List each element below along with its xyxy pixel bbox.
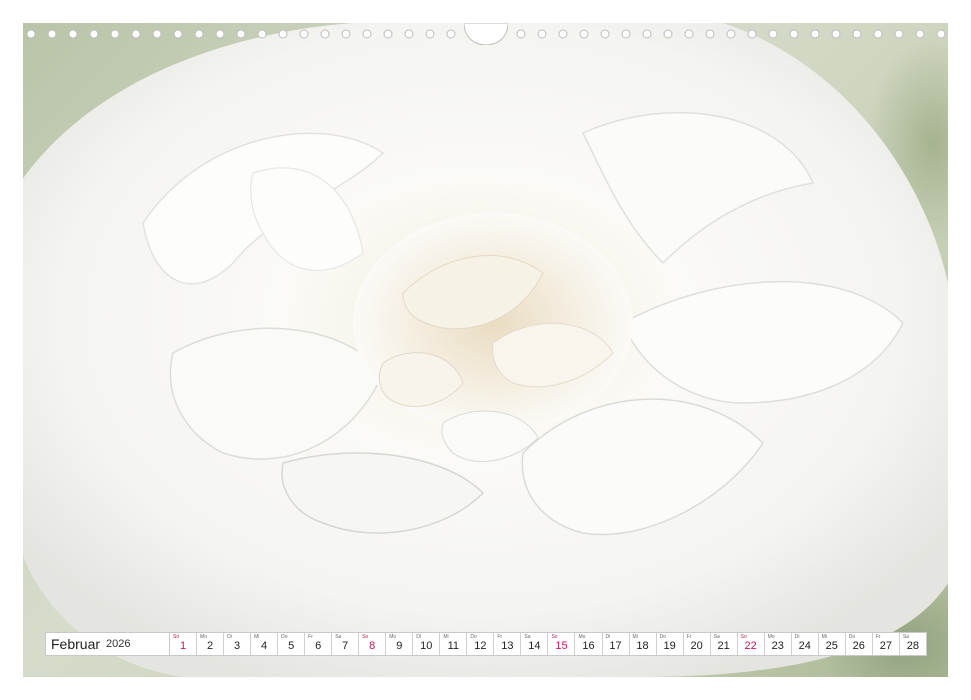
day-number: 20 (690, 640, 703, 652)
day-number: 4 (261, 640, 268, 652)
day-number: 15 (555, 640, 568, 652)
day-number: 16 (582, 640, 595, 652)
day-cell: Mo 9 (386, 633, 414, 655)
day-number: 12 (474, 640, 487, 652)
day-cell: Do 26 (846, 633, 873, 655)
day-cell: Di 17 (603, 633, 630, 655)
day-number: 19 (663, 640, 676, 652)
day-number: 26 (852, 640, 865, 652)
day-number: 3 (234, 640, 241, 652)
day-number: 22 (744, 640, 757, 652)
month-label: Februar 2026 (46, 633, 170, 655)
day-number: 13 (501, 640, 514, 652)
day-cell: Mi 18 (630, 633, 657, 655)
day-number: 10 (420, 640, 433, 652)
day-cell: Mo 2 (197, 633, 225, 655)
day-cell: Sa 14 (521, 633, 549, 655)
day-number: 8 (369, 640, 376, 652)
day-number: 14 (528, 640, 541, 652)
day-number: 11 (447, 640, 460, 652)
day-number: 17 (609, 640, 622, 652)
day-number: 25 (825, 640, 838, 652)
day-cells: So 1 Mo 2 Di 3 Mi 4 Do 5 Fr 6 Sa 7 So 8 Mo 9 Di 10 Mi 11 Do 12 F… (170, 633, 926, 655)
day-cell: Di 10 (413, 633, 441, 655)
day-cell: Sa 21 (711, 633, 738, 655)
day-number: 21 (717, 640, 730, 652)
calendar-strip: Februar 2026 So 1 Mo 2 Di 3 Mi 4 Do 5 Fr 6 Sa 7 So 8 Mo 9… (45, 632, 927, 656)
day-cell: Do 12 (467, 633, 495, 655)
day-number: 27 (879, 640, 892, 652)
calendar-page: Februar 2026 So 1 Mo 2 Di 3 Mi 4 Do 5 Fr 6 Sa 7 So 8 Mo 9… (0, 0, 971, 700)
day-cell: Di 24 (792, 633, 819, 655)
day-number: 23 (771, 640, 784, 652)
year-label: 2026 (106, 638, 131, 650)
day-cell: Fr 13 (494, 633, 522, 655)
day-cell: So 15 (548, 633, 576, 655)
day-cell: Fr 27 (873, 633, 900, 655)
day-cell: Mo 23 (765, 633, 792, 655)
day-number: 1 (179, 640, 187, 652)
hanger-cutout (464, 23, 508, 45)
day-cell: Do 19 (657, 633, 684, 655)
day-cell: Mi 11 (440, 633, 468, 655)
day-cell: Sa 7 (332, 633, 360, 655)
day-cell: Mi 4 (251, 633, 279, 655)
day-number: 9 (396, 640, 403, 652)
day-number: 6 (315, 640, 322, 652)
day-cell: Fr 20 (684, 633, 711, 655)
day-cell: Fr 6 (305, 633, 333, 655)
day-cell: So 1 (170, 633, 198, 655)
day-cell: Sa 28 (900, 633, 926, 655)
white-rose-icon (23, 23, 948, 677)
month-name: Februar (51, 636, 101, 652)
day-cell: Mo 16 (575, 633, 603, 655)
day-number: 2 (206, 640, 214, 652)
white-rose-photo (23, 23, 948, 677)
day-number: 24 (798, 640, 811, 652)
day-cell: Do 5 (278, 633, 306, 655)
day-number: 7 (342, 640, 349, 652)
day-cell: Di 3 (224, 633, 252, 655)
day-number: 5 (288, 640, 295, 652)
day-cell: So 8 (359, 633, 387, 655)
day-cell: So 22 (738, 633, 765, 655)
day-cell: Mi 25 (819, 633, 846, 655)
day-number: 18 (636, 640, 649, 652)
day-number: 28 (906, 640, 919, 652)
